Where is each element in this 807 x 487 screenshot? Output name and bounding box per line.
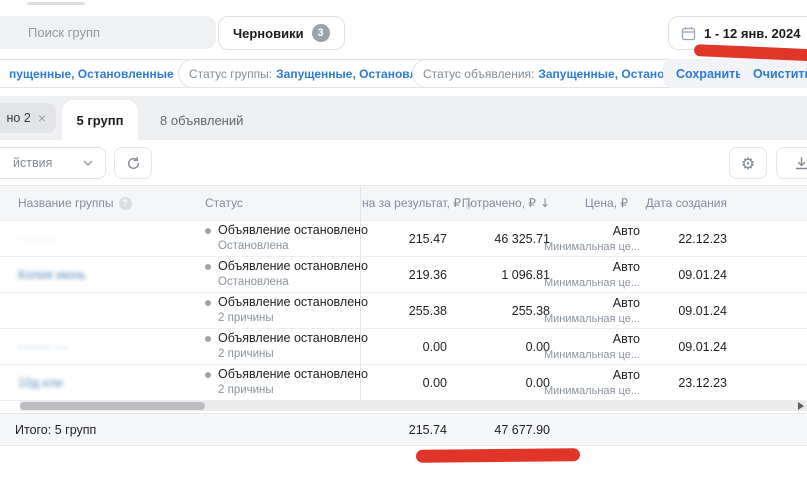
- drafts-count-badge: 3: [312, 24, 330, 42]
- spent-value: 0.00: [462, 329, 550, 364]
- group-name-link[interactable]: ········ ···: [18, 340, 67, 354]
- status-subtext: Остановлена: [218, 239, 368, 255]
- close-icon[interactable]: ×: [38, 110, 46, 126]
- table-row[interactable]: ········· Объявление остановлено Останов…: [0, 221, 807, 257]
- spent-value: 1 096.81: [462, 257, 550, 292]
- tab-groups[interactable]: 5 групп: [62, 100, 138, 140]
- settings-button[interactable]: ⚙: [729, 147, 767, 179]
- created-date: 09.01.24: [650, 257, 727, 292]
- price-subtext: Минимальная це...: [544, 312, 640, 327]
- table-row[interactable]: Копия июнь Объявление остановлено Остано…: [0, 257, 807, 293]
- cost-per-result-value: 0.00: [362, 365, 447, 400]
- table-totals-row: Итого: 5 групп 215.74 47 677.90: [0, 413, 807, 446]
- sort-desc-icon: ↓: [540, 196, 550, 210]
- table-row[interactable]: Объявление остановлено 2 причины 255.38 …: [0, 293, 807, 329]
- totals-label: Итого: 5 групп: [15, 414, 195, 445]
- table-row[interactable]: 10д кли Объявление остановлено 2 причины…: [0, 365, 807, 401]
- status-text: Объявление остановлено: [218, 258, 368, 275]
- header-created: Дата создания: [650, 186, 727, 220]
- filter-chip-value: пущенные, Остановленные: [9, 67, 174, 81]
- status-text: Объявление остановлено: [218, 222, 368, 239]
- header-group-name: Название группы ?: [18, 186, 198, 220]
- group-name-link[interactable]: ·········: [18, 232, 55, 246]
- spent-value: 255.38: [462, 293, 550, 328]
- refresh-icon: [126, 156, 141, 171]
- cost-per-result-value: 219.36: [362, 257, 447, 292]
- ads-manager-screen: Черновики 3 1 - 12 янв. 2024 пущенные, О…: [0, 0, 807, 487]
- created-date: 09.01.24: [650, 329, 727, 364]
- created-date: 22.12.23: [650, 221, 727, 256]
- actions-label: йствия: [13, 156, 52, 170]
- date-range-label: 1 - 12 янв. 2024: [704, 26, 800, 41]
- cost-per-result-value: 0.00: [362, 329, 447, 364]
- clear-filters-button[interactable]: Очистить: [740, 59, 807, 88]
- chevron-down-icon: [82, 157, 94, 169]
- selected-items-label: но 2: [7, 111, 31, 125]
- actions-dropdown[interactable]: йствия: [0, 147, 106, 179]
- date-range-picker[interactable]: 1 - 12 янв. 2024: [668, 16, 807, 50]
- group-name-link[interactable]: 10д кли: [18, 376, 63, 390]
- gear-icon: ⚙: [741, 154, 755, 173]
- price-subtext: Минимальная це...: [544, 276, 640, 291]
- help-icon[interactable]: ?: [119, 197, 132, 210]
- status-dot: [205, 336, 211, 342]
- totals-spent: 47 677.90: [462, 414, 550, 445]
- status-dot: [205, 264, 211, 270]
- price-subtext: Минимальная це...: [544, 348, 640, 363]
- red-annotation-total: [416, 448, 580, 463]
- created-date: 23.12.23: [650, 365, 727, 400]
- spent-value: 46 325.71: [462, 221, 550, 256]
- price-mode: Авто: [613, 223, 640, 240]
- refresh-button[interactable]: [114, 147, 152, 179]
- status-subtext: Остановлена: [218, 275, 368, 291]
- totals-cost-per-result: 215.74: [362, 414, 447, 445]
- created-date: 09.01.24: [650, 293, 727, 328]
- frozen-column-divider: [360, 185, 361, 401]
- status-subtext: 2 причины: [218, 311, 368, 327]
- price-mode: Авто: [613, 367, 640, 384]
- table-row[interactable]: ········ ··· Объявление остановлено 2 пр…: [0, 329, 807, 365]
- group-name-link[interactable]: Копия июнь: [18, 268, 86, 282]
- status-dot: [205, 228, 211, 234]
- price-subtext: Минимальная це...: [544, 240, 640, 255]
- status-dot: [205, 372, 211, 378]
- price-subtext: Минимальная це...: [544, 384, 640, 399]
- header-price: Цена, ₽: [555, 186, 640, 220]
- price-mode: Авто: [613, 259, 640, 276]
- filter-chip-label: Статус объявления:: [423, 67, 534, 81]
- status-subtext: 2 причины: [218, 383, 368, 399]
- header-spent-sortable[interactable]: Потрачено, ₽ ↓: [462, 186, 550, 220]
- status-text: Объявление остановлено: [218, 330, 368, 347]
- cost-per-result-value: 255.38: [362, 293, 447, 328]
- scroll-right-arrow-icon[interactable]: [798, 402, 804, 410]
- search-input[interactable]: [0, 16, 216, 49]
- price-mode: Авто: [613, 295, 640, 312]
- filter-chip-campaign-status[interactable]: пущенные, Остановленные ×: [0, 59, 200, 88]
- table-header: Название группы ? Статус на за результат…: [0, 185, 807, 221]
- download-icon: [794, 156, 807, 171]
- header-cost-per-result[interactable]: на за результат, ₽ ?: [362, 186, 462, 220]
- calendar-icon: [681, 26, 696, 41]
- status-text: Объявление остановлено: [218, 366, 368, 383]
- horizontal-scrollbar[interactable]: [20, 401, 807, 411]
- drafts-label: Черновики: [233, 26, 304, 41]
- status-subtext: 2 причины: [218, 347, 368, 363]
- filter-chip-label: Статус группы:: [189, 67, 272, 81]
- tab-band: но 2 × 5 групп 8 объявлений: [0, 96, 807, 140]
- cost-per-result-value: 215.47: [362, 221, 447, 256]
- scrollbar-thumb[interactable]: [20, 402, 205, 410]
- spent-value: 0.00: [462, 365, 550, 400]
- status-text: Объявление остановлено: [218, 294, 368, 311]
- header-status: Статус: [205, 186, 355, 220]
- selected-items-chip[interactable]: но 2 ×: [0, 103, 56, 133]
- tab-ads[interactable]: 8 объявлений: [148, 100, 255, 140]
- drafts-button[interactable]: Черновики 3: [218, 16, 345, 50]
- export-button[interactable]: [776, 147, 807, 179]
- price-mode: Авто: [613, 331, 640, 348]
- decorative-fragment: [27, 2, 85, 5]
- status-dot: [205, 300, 211, 306]
